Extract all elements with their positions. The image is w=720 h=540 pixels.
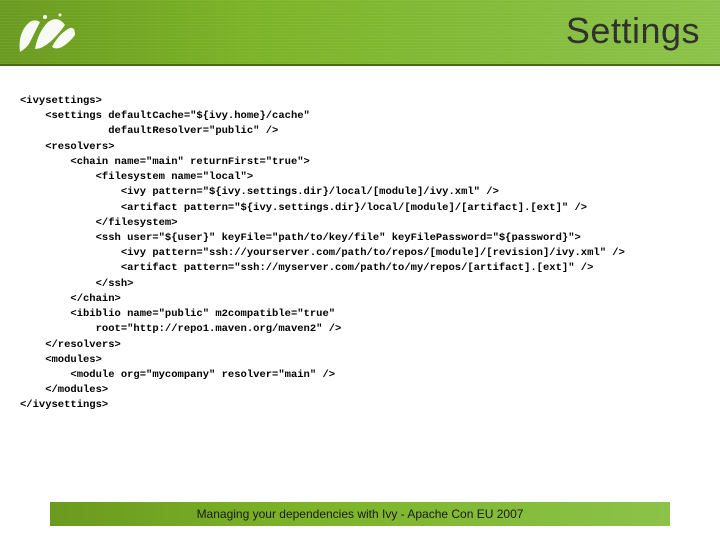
code-line: root="http://repo1.maven.org/maven2" /> — [20, 323, 341, 335]
code-line: <settings defaultCache="${ivy.home}/cach… — [20, 110, 310, 122]
code-line: <ivy pattern="ssh://yourserver.com/path/… — [20, 247, 625, 259]
code-line: <ibiblio name="public" m2compatible="tru… — [20, 308, 335, 320]
code-line: <chain name="main" returnFirst="true"> — [20, 156, 310, 168]
slide-content: <ivysettings> <settings defaultCache="${… — [0, 66, 720, 434]
ivy-logo-icon — [10, 7, 80, 57]
code-line: </modules> — [20, 384, 108, 396]
code-line: defaultResolver="public" /> — [20, 125, 278, 137]
slide-footer: Managing your dependencies with Ivy - Ap… — [50, 502, 670, 526]
code-line: </resolvers> — [20, 339, 121, 351]
code-line: <resolvers> — [20, 141, 115, 153]
ivy-logo — [0, 0, 90, 65]
code-block: <ivysettings> <settings defaultCache="${… — [20, 94, 700, 414]
code-line: <filesystem name="local"> — [20, 171, 253, 183]
code-line: </ssh> — [20, 278, 133, 290]
code-line: </ivysettings> — [20, 399, 108, 411]
code-line: <artifact pattern="ssh://myserver.com/pa… — [20, 262, 593, 274]
slide-title: Settings — [566, 10, 700, 52]
code-line: <artifact pattern="${ivy.settings.dir}/l… — [20, 202, 587, 214]
code-line: <ivysettings> — [20, 95, 102, 107]
code-line: <ssh user="${user}" keyFile="path/to/key… — [20, 232, 581, 244]
code-line: <module org="mycompany" resolver="main" … — [20, 369, 335, 381]
slide-header: Settings — [0, 0, 720, 66]
code-line: <ivy pattern="${ivy.settings.dir}/local/… — [20, 186, 499, 198]
code-line: </filesystem> — [20, 217, 178, 229]
code-line: <modules> — [20, 354, 102, 366]
code-line: </chain> — [20, 293, 121, 305]
footer-text: Managing your dependencies with Ivy - Ap… — [197, 507, 524, 521]
